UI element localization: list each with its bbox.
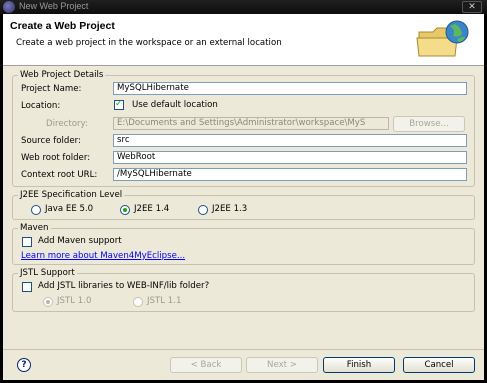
project-name-label: Project Name: [21,84,82,94]
radio-selected-dot [46,300,50,304]
source-folder-input[interactable]: src [113,134,467,147]
use-default-location-label: Use default location [132,100,218,110]
add-maven-support-label: Add Maven support [38,236,122,246]
title-bar: New Web Project ✕ [0,0,487,14]
directory-input[interactable]: E:\Documents and Settings\Administrator\… [113,117,389,130]
use-default-location-checkbox[interactable]: ✓ [114,99,124,110]
j2ee-level-legend: J2EE Specification Level [20,190,123,200]
add-jstl-libraries-checkbox[interactable] [22,282,32,292]
back-button[interactable]: < Back [170,357,242,373]
wizard-header: Create a Web Project Create a web projec… [3,14,484,66]
maven-legend: Maven [20,223,49,233]
web-root-folder-label: Web root folder: [21,153,91,163]
radio-jstl-1-0[interactable] [43,297,53,307]
context-root-url-input[interactable]: /MySQLHibernate [113,168,467,181]
location-label: Location: [21,101,61,111]
add-maven-support-checkbox[interactable] [22,237,32,247]
j2ee-1-4-label: J2EE 1.4 [134,204,170,214]
j2ee-1-3-label: J2EE 1.3 [212,204,248,214]
help-button[interactable]: ? [17,358,31,372]
folder-globe-icon [416,20,469,57]
project-name-input[interactable]: MySQLHibernate [113,82,467,95]
check-mark-icon: ✓ [115,99,123,109]
jstl-support-legend: JSTL Support [20,268,75,278]
add-jstl-libraries-label: Add JSTL libraries to WEB-INF/lib folder… [38,281,210,291]
jstl-1-1-label: JSTL 1.1 [147,296,182,306]
directory-label: Directory: [46,119,88,129]
learn-more-maven-link[interactable]: Learn more about Maven4MyEclipse... [21,251,185,261]
window-title: New Web Project [19,1,89,11]
radio-selected-dot [123,208,127,212]
cancel-button[interactable]: Cancel [403,357,475,373]
radio-j2ee-1-3[interactable] [198,205,208,215]
java-ee-5-label: Java EE 5.0 [45,204,94,214]
close-button[interactable]: ✕ [462,1,482,13]
jstl-1-0-label: JSTL 1.0 [57,296,92,306]
finish-button[interactable]: Finish [323,357,395,373]
wizard-dialog: Create a Web Project Create a web projec… [3,14,484,380]
page-description: Create a web project in the workspace or… [16,38,282,48]
web-project-details-legend: Web Project Details [20,70,104,80]
browse-button[interactable]: Browse... [393,116,465,132]
footer-divider [3,349,484,350]
page-title: Create a Web Project [10,20,115,32]
radio-jstl-1-1[interactable] [133,297,143,307]
source-folder-label: Source folder: [21,136,81,146]
radio-j2ee-1-4[interactable] [120,205,130,215]
context-root-url-label: Context root URL: [21,170,98,180]
web-root-folder-input[interactable]: WebRoot [113,151,467,164]
radio-java-ee-5[interactable] [31,205,41,215]
next-button[interactable]: Next > [246,357,318,373]
app-icon [3,1,15,13]
